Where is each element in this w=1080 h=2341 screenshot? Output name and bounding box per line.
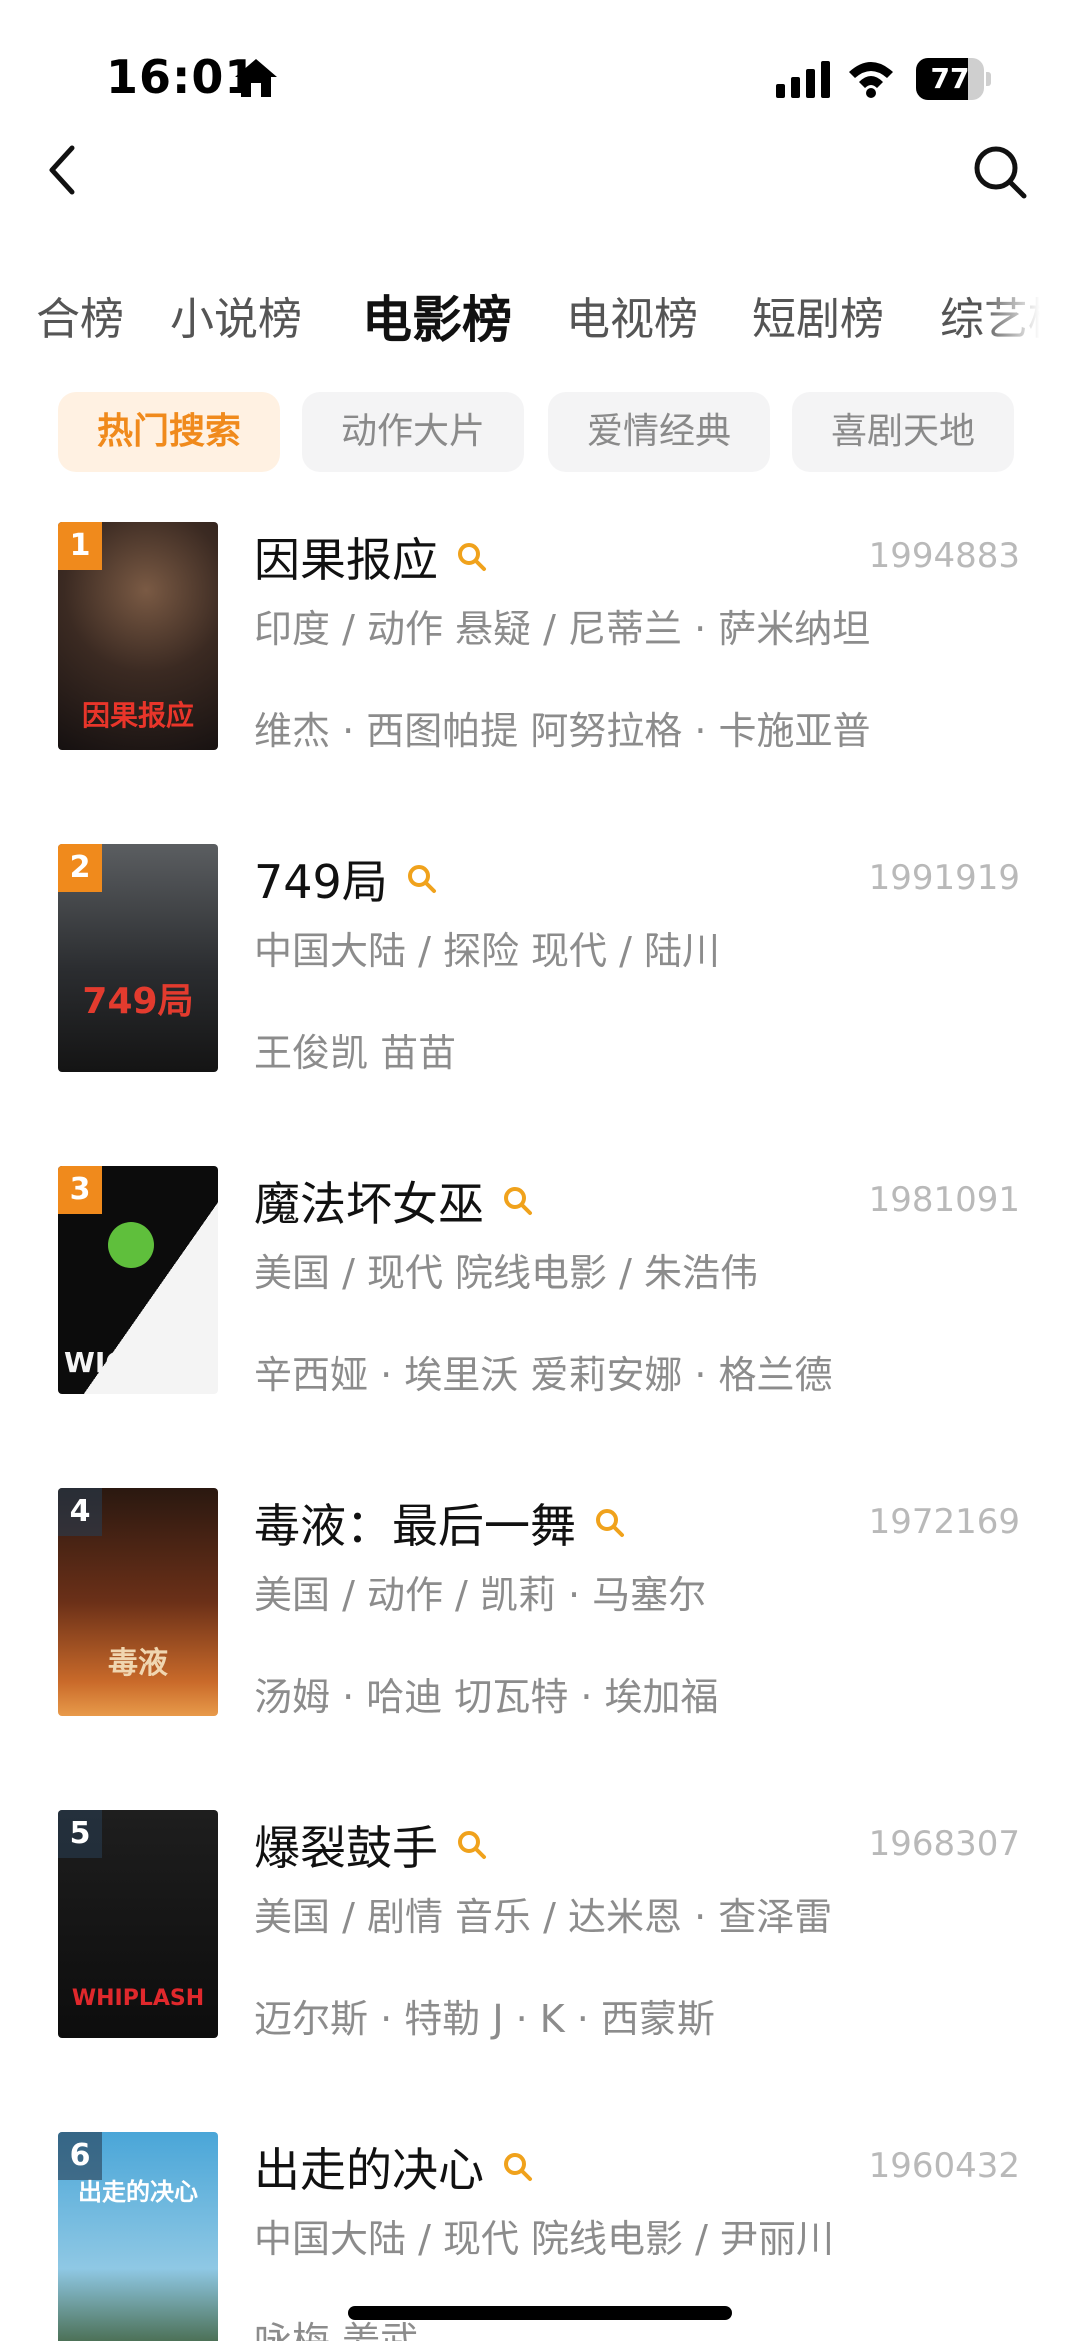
list-item[interactable]: 3 WICKED 魔法坏女巫 1981091 美国 / 现代 院线电影 / 朱浩… <box>0 1166 1080 1456</box>
movie-poster[interactable]: 5 WHIPLASH <box>58 1810 218 2038</box>
movie-title: 出走的决心 <box>254 2134 534 2200</box>
chip-comedy[interactable]: 喜剧天地 <box>792 392 1014 472</box>
home-icon <box>235 59 277 97</box>
search-icon <box>504 1187 532 1215</box>
search-icon <box>974 146 1027 199</box>
movie-cast: 维杰 · 西图帕提 阿努拉格 · 卡施亚普 <box>254 709 871 753</box>
movie-meta: 中国大陆 / 探险 现代 / 陆川 <box>254 929 721 973</box>
movie-title: 爆裂鼓手 <box>254 1812 488 1878</box>
movie-cast: 迈尔斯 · 特勒 J · K · 西蒙斯 <box>254 1997 715 2041</box>
poster-title: WHIPLASH <box>71 1986 205 2011</box>
tab-short-drama[interactable]: 短剧榜 <box>752 280 884 360</box>
search-count: 1968307 <box>868 1824 1020 1864</box>
rank-badge: 4 <box>58 1488 102 1536</box>
movie-meta: 美国 / 动作 / 凯莉 · 马塞尔 <box>254 1573 707 1617</box>
search-count: 1994883 <box>868 536 1020 576</box>
list-item[interactable]: 2 749局 749局 1991919 中国大陆 / 探险 现代 / 陆川 王俊… <box>0 844 1080 1134</box>
movie-cast: 汤姆 · 哈迪 切瓦特 · 埃加福 <box>254 1675 719 1719</box>
movie-poster[interactable]: 4 毒液 <box>58 1488 218 1716</box>
poster-title: 749局 <box>82 981 194 1022</box>
movie-meta: 印度 / 动作 悬疑 / 尼蒂兰 · 萨米纳坦 <box>254 607 871 651</box>
search-icon <box>407 865 436 893</box>
search-count: 1991919 <box>868 858 1020 898</box>
movie-poster[interactable]: 6 出走的决心 <box>58 2132 218 2341</box>
rank-badge: 2 <box>58 844 102 892</box>
rank-badge: 3 <box>58 1166 102 1214</box>
chip-action[interactable]: 动作大片 <box>302 392 524 472</box>
movie-title: 749局 <box>254 846 438 912</box>
search-icon <box>596 1509 624 1537</box>
movie-cast: 王俊凯 苗苗 <box>254 1031 457 1075</box>
rank-badge: 1 <box>58 522 102 570</box>
search-icon <box>458 543 486 571</box>
movie-meta: 美国 / 现代 院线电影 / 朱浩伟 <box>254 1251 759 1295</box>
wifi-icon <box>849 62 893 98</box>
poster-title: 因果报应 <box>81 699 194 732</box>
movie-poster[interactable]: 3 WICKED <box>58 1166 218 1394</box>
tab-movie[interactable]: 电影榜 <box>362 280 512 360</box>
battery-level: 77 <box>930 62 970 95</box>
poster-title: WICKED <box>64 1346 190 1379</box>
rank-badge: 6 <box>58 2132 102 2180</box>
cellular-signal-icon <box>776 61 830 98</box>
chip-hot-search[interactable]: 热门搜索 <box>58 392 280 472</box>
search-count: 1960432 <box>868 2146 1020 2186</box>
movie-cast: 辛西娅 · 埃里沃 爱莉安娜 · 格兰德 <box>254 1353 833 1397</box>
list-item[interactable]: 5 WHIPLASH 爆裂鼓手 1968307 美国 / 剧情 音乐 / 达米恩… <box>0 1810 1080 2100</box>
tab-novel[interactable]: 小说榜 <box>170 280 302 360</box>
search-icon <box>458 1831 486 1859</box>
list-item[interactable]: 1 因果报应 因果报应 1994883 印度 / 动作 悬疑 / 尼蒂兰 · 萨… <box>0 522 1080 812</box>
rank-badge: 5 <box>58 1810 102 1858</box>
search-icon <box>504 2153 532 2181</box>
search-button[interactable] <box>970 142 1030 202</box>
chevron-left-icon <box>49 145 75 195</box>
status-bar: 16:01 77 <box>0 0 1080 150</box>
movie-meta: 中国大陆 / 现代 院线电影 / 尹丽川 <box>254 2217 835 2261</box>
chip-romance[interactable]: 爱情经典 <box>548 392 770 472</box>
poster-title: 毒液 <box>108 1646 168 1681</box>
tab-tv[interactable]: 电视榜 <box>566 280 698 360</box>
movie-poster[interactable]: 2 749局 <box>58 844 218 1072</box>
search-count: 1981091 <box>868 1180 1020 1220</box>
back-button[interactable] <box>40 140 92 200</box>
list-item[interactable]: 4 毒液 毒液：最后一舞 1972169 美国 / 动作 / 凯莉 · 马塞尔 … <box>0 1488 1080 1778</box>
search-count: 1972169 <box>868 1502 1020 1542</box>
movie-poster[interactable]: 1 因果报应 <box>58 522 218 750</box>
movie-title: 毒液：最后一舞 <box>254 1490 626 1556</box>
movie-meta: 美国 / 剧情 音乐 / 达米恩 · 查泽雷 <box>254 1895 833 1939</box>
battery-indicator: 77 <box>916 58 991 100</box>
movie-title: 因果报应 <box>254 524 488 590</box>
movie-title: 魔法坏女巫 <box>254 1168 534 1234</box>
poster-face <box>108 1222 154 1268</box>
home-indicator[interactable] <box>348 2306 732 2320</box>
tab-overall[interactable]: 合榜 <box>36 280 124 360</box>
ranking-tabs: 合榜 小说榜 电影榜 电视榜 短剧榜 综艺榜 <box>0 280 1040 360</box>
